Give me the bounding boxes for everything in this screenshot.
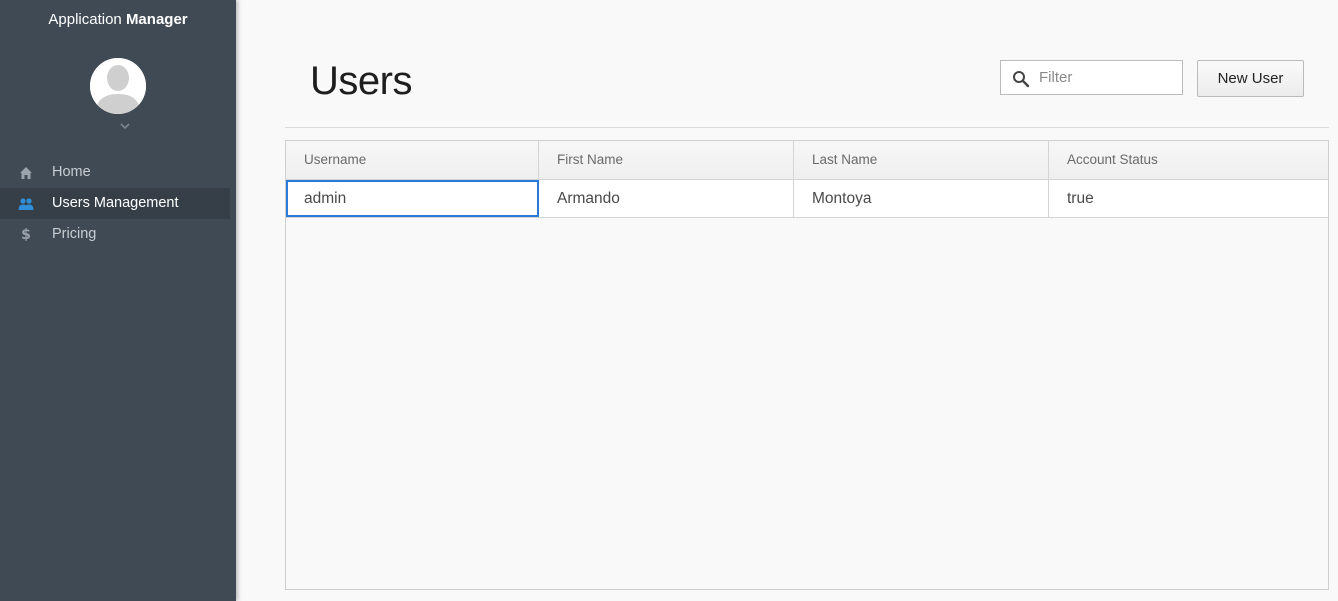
app-title-bold: Manager [125, 11, 188, 28]
sidebar-item-pricing[interactable]: $ Pricing [0, 219, 236, 250]
sidebar-item-label: Users Management [52, 195, 179, 211]
cell-username[interactable]: admin [286, 180, 539, 217]
column-header-username[interactable]: Username [286, 141, 539, 179]
users-grid[interactable]: Username First Name Last Name Account St… [285, 140, 1329, 590]
user-silhouette-icon [90, 58, 146, 114]
sidebar-nav: Home Users Management $ Pricing [0, 157, 236, 250]
users-icon [18, 196, 34, 212]
column-header-account-status[interactable]: Account Status [1049, 141, 1328, 179]
app-title: Application Manager [0, 10, 236, 30]
app-title-regular: Application [48, 11, 126, 28]
header-divider [285, 127, 1329, 128]
search-icon [1013, 71, 1030, 88]
cell-first-name[interactable]: Armando [539, 180, 794, 217]
avatar[interactable] [90, 58, 146, 114]
cell-account-status[interactable]: true [1049, 180, 1328, 217]
page-title: Users [310, 59, 412, 103]
app-root: Application Manager Home Users Managemen… [0, 0, 1338, 601]
new-user-button[interactable]: New User [1197, 60, 1304, 97]
dollar-icon: $ [21, 227, 31, 243]
sidebar-item-label: Home [52, 164, 91, 180]
home-icon [18, 165, 34, 181]
column-header-last-name[interactable]: Last Name [794, 141, 1049, 179]
column-header-first-name[interactable]: First Name [539, 141, 794, 179]
filter-input[interactable] [1039, 61, 1179, 94]
table-row[interactable]: admin Armando Montoya true [286, 180, 1328, 218]
chevron-down-icon[interactable] [118, 121, 132, 131]
filter-box[interactable] [1000, 60, 1183, 95]
sidebar-item-home[interactable]: Home [0, 157, 236, 188]
grid-header: Username First Name Last Name Account St… [286, 141, 1328, 180]
sidebar-item-label: Pricing [52, 226, 97, 242]
sidebar-item-users-management[interactable]: Users Management [0, 188, 230, 219]
sidebar: Application Manager Home Users Managemen… [0, 0, 236, 601]
cell-last-name[interactable]: Montoya [794, 180, 1049, 217]
